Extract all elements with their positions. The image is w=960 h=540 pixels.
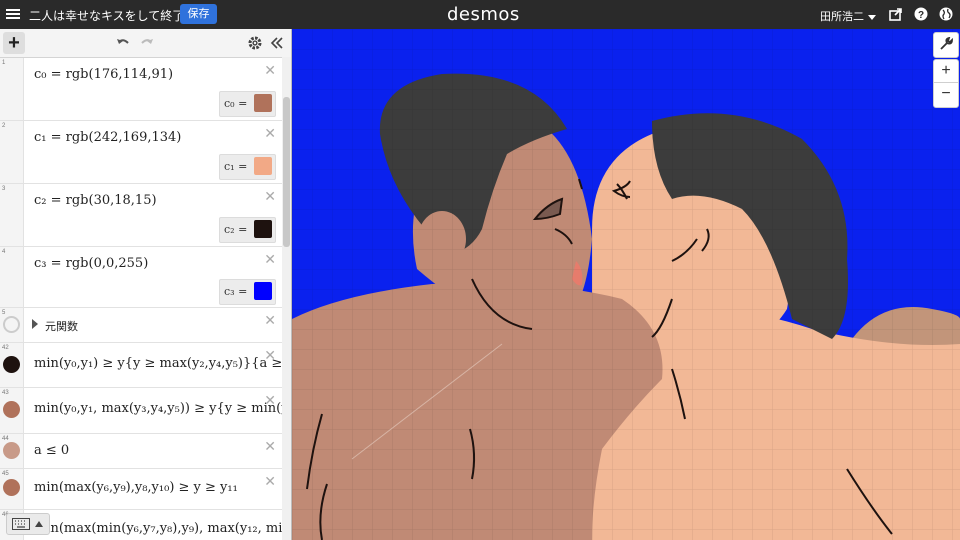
expression-number: 3 [2,186,6,192]
expression-math: min(y₀,y₁) ≥ y{y ≥ max(y₂,y₄,y₅)}{a ≥ 0 [34,356,292,371]
expression-number: 2 [2,123,6,129]
delete-expression-icon[interactable]: ✕ [264,63,276,77]
expression-number: 4 [2,249,6,255]
expression-scrollbar[interactable] [282,57,291,540]
delete-expression-icon[interactable]: ✕ [264,313,276,327]
collapse-panel-icon[interactable] [269,35,285,51]
folder-row[interactable]: 5 元関数 ✕ [0,308,282,343]
expression-gutter: 44 [0,434,24,468]
expression-row[interactable]: 43 min(y₀,y₁, max(y₃,y₄,y₅)) ≥ y{y ≥ min… [0,388,291,434]
color-swatch[interactable] [254,157,272,175]
scrollbar-thumb[interactable] [283,97,290,247]
color-swatch-box: c₃ = [219,279,276,305]
expression-row[interactable]: 4 c₃ = rgb(0,0,255) ✕ c₃ = [0,247,282,308]
zoom-out-button[interactable]: − [933,82,959,108]
color-swatch[interactable] [254,220,272,238]
expression-math: c₁ = rgb(242,169,134) [34,130,182,145]
expression-gutter: 2 [0,121,24,183]
color-swatch[interactable] [254,282,272,300]
swatch-label: c₀ = [224,97,248,110]
expression-gutter: 45 [0,469,24,509]
expression-math: c₂ = rgb(30,18,15) [34,193,157,208]
user-menu[interactable]: 田所浩二 [820,8,876,24]
menu-icon[interactable] [6,7,20,21]
delete-expression-icon[interactable]: ✕ [264,126,276,140]
expression-gutter: 42 [0,343,24,387]
keyboard-toggle-button[interactable] [6,513,50,535]
desmos-logo: desmos [447,4,520,25]
expression-number: 44 [2,436,9,442]
visibility-toggle[interactable] [3,356,20,373]
delete-expression-icon[interactable]: ✕ [264,348,276,362]
delete-expression-icon[interactable]: ✕ [264,252,276,266]
expression-number: 42 [2,345,9,351]
expression-math: min(max(min(y₆,y₇,y₈),y₉), max(y₁₂, min [34,521,291,536]
expression-row[interactable]: 3 c₂ = rgb(30,18,15) ✕ c₂ = [0,184,282,247]
expression-toolbar: + [0,29,291,58]
color-swatch-box: c₂ = [219,217,276,243]
expression-gutter: 1 [0,58,24,120]
wrench-icon [940,36,953,50]
swatch-label: c₂ = [224,223,248,236]
graph-title[interactable]: 二人は幸せなキスをして終了 [29,7,198,24]
expression-number: 43 [2,390,9,396]
globe-icon[interactable] [939,7,953,21]
expression-math: c₃ = rgb(0,0,255) [34,256,149,271]
visibility-toggle[interactable] [3,401,20,418]
color-swatch-box: c₁ = [219,154,276,180]
chevron-down-icon [868,14,876,20]
grid-overlay [292,29,960,540]
svg-text:?: ? [918,10,924,21]
expression-number: 5 [2,310,6,316]
add-expression-button[interactable]: + [3,32,25,54]
delete-expression-icon[interactable]: ✕ [264,439,276,453]
color-swatch-box: c₀ = [219,91,276,117]
undo-icon[interactable] [115,35,131,51]
expression-row[interactable]: 42 min(y₀,y₁) ≥ y{y ≥ max(y₂,y₄,y₅)}{a ≥… [0,343,291,388]
visibility-toggle[interactable] [3,479,20,496]
keyboard-icon [12,518,30,530]
user-name: 田所浩二 [820,11,864,23]
color-swatch[interactable] [254,94,272,112]
help-icon[interactable]: ? [914,7,928,21]
graph-title-text: 二人は幸せなキスをして終了 [29,9,185,23]
expression-gutter: 4 [0,247,24,307]
expression-number: 45 [2,471,9,477]
folder-visibility-toggle[interactable] [3,316,20,333]
chevron-up-icon [35,521,43,527]
graph-settings-button[interactable] [933,32,959,58]
top-bar: 二人は幸せなキスをして終了 保存 desmos 田所浩二 ? [0,0,960,29]
swatch-label: c₁ = [224,160,248,173]
expression-gutter: 3 [0,184,24,246]
expression-row[interactable]: 44 a ≤ 0 ✕ [0,434,282,469]
visibility-toggle[interactable] [3,442,20,459]
expression-row[interactable]: 2 c₁ = rgb(242,169,134) ✕ c₁ = [0,121,282,184]
graph-drawing [292,29,960,540]
delete-expression-icon[interactable]: ✕ [264,474,276,488]
expression-math: c₀ = rgb(176,114,91) [34,67,174,82]
expression-row[interactable]: 45 min(max(y₆,y₉),y₈,y₁₀) ≥ y ≥ y₁₁ ✕ [0,469,282,510]
expression-math: a ≤ 0 [34,443,70,458]
gear-icon[interactable] [247,35,263,51]
swatch-label: c₃ = [224,285,248,298]
expression-number: 1 [2,60,6,66]
expression-math: min(max(y₆,y₉),y₈,y₁₀) ≥ y ≥ y₁₁ [34,480,238,495]
share-icon[interactable] [889,7,903,21]
folder-title: 元関数 [45,321,78,333]
expression-math: min(y₀,y₁, max(y₃,y₄,y₅)) ≥ y{y ≥ min(y₈ [34,401,292,416]
delete-expression-icon[interactable]: ✕ [264,393,276,407]
graph-canvas[interactable] [292,29,960,540]
expression-panel: + 1 c₀ = rgb(176,114,91) ✕ c₀ = 2 c₁ = r… [0,29,292,540]
folder-caret-icon[interactable] [31,319,39,329]
expression-gutter: 43 [0,388,24,433]
expression-row[interactable]: 1 c₀ = rgb(176,114,91) ✕ c₀ = [0,58,282,121]
expression-gutter: 5 [0,308,24,342]
redo-icon[interactable] [139,35,155,51]
save-button[interactable]: 保存 [180,4,217,24]
delete-expression-icon[interactable]: ✕ [264,189,276,203]
